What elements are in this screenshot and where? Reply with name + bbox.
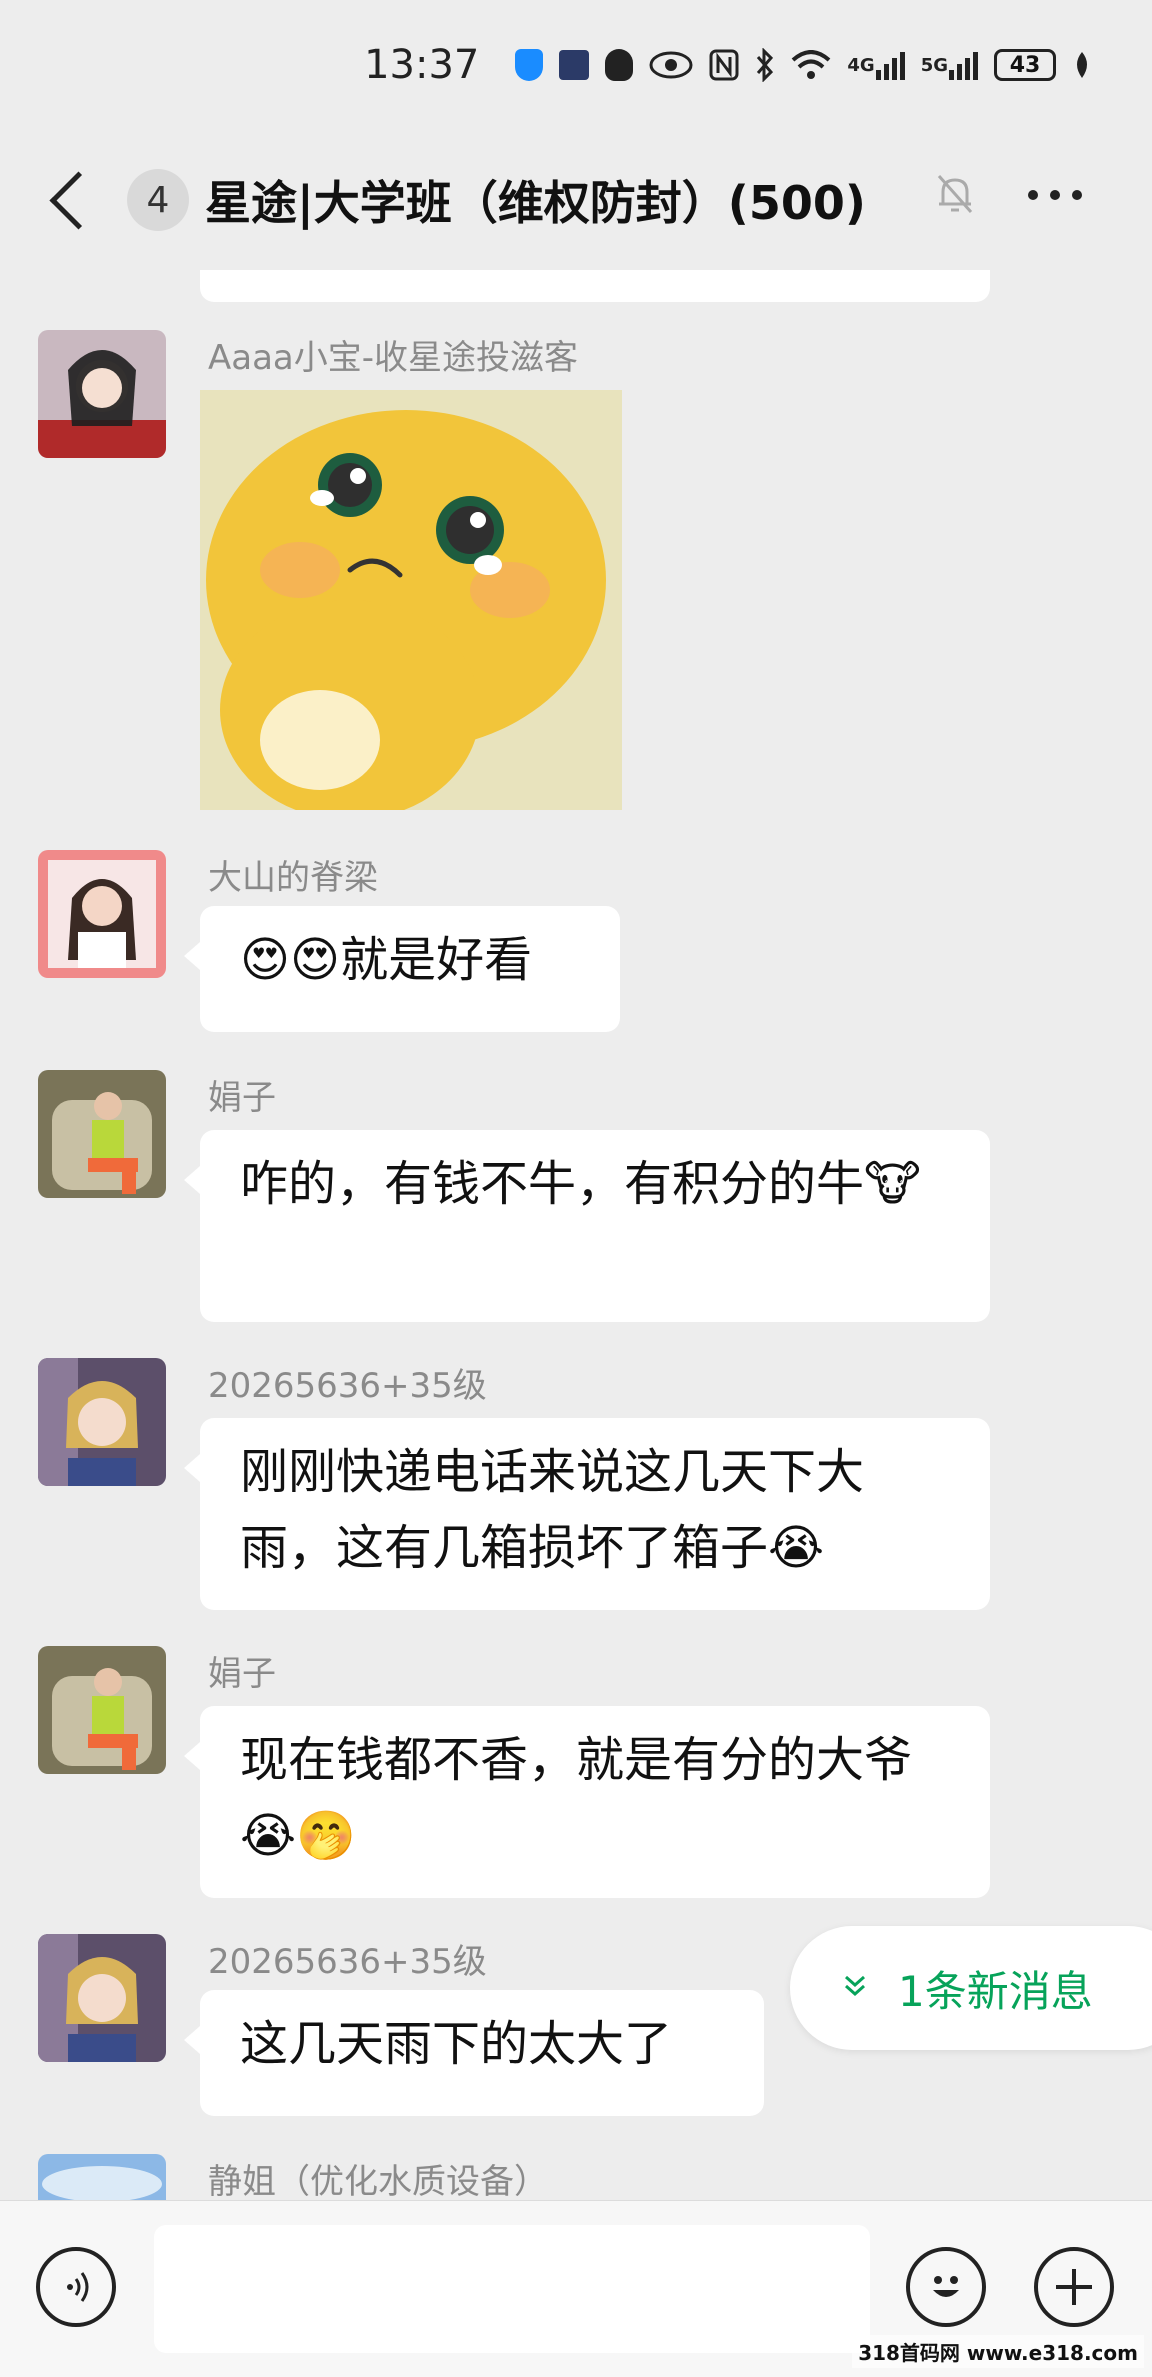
avatar[interactable] — [38, 1646, 166, 1774]
mute-bell-icon — [935, 172, 975, 216]
eye-icon — [649, 51, 693, 79]
message-text: 咋的，有钱不牛，有积分的牛🐮 — [240, 1156, 921, 1212]
status-time: 13:37 — [364, 42, 480, 88]
message-bubble[interactable]: 😍😍就是好看 — [184, 906, 620, 1032]
previous-message-bubble — [200, 270, 990, 302]
message-bubble[interactable]: 咋的，有钱不牛，有积分的牛🐮 — [184, 1130, 990, 1322]
message-bubble[interactable]: 现在钱都不香，就是有分的大爷😭🤭 — [184, 1706, 990, 1898]
sender-name: 大山的脊梁 — [208, 858, 378, 898]
battery-icon: 43 — [994, 49, 1056, 81]
avatar[interactable] — [38, 850, 166, 978]
avatar[interactable] — [38, 1934, 166, 2062]
chat-header: 4 星途|大学班（维权防封）(500) — [0, 130, 1152, 270]
message-bubble[interactable]: 这几天雨下的太大了 — [184, 1990, 764, 2116]
avatar[interactable] — [38, 1358, 166, 1486]
qq-icon — [605, 49, 634, 81]
chat-message-list[interactable]: Aaaa小宝-收星途投滋客 大山的脊梁 😍😍就是好看 娟子 咋的，有钱不牛，有积… — [0, 270, 1152, 2200]
message-input[interactable] — [154, 2225, 870, 2353]
shield-icon — [515, 49, 544, 81]
sender-name: 20265636+35级 — [208, 1366, 487, 1406]
more-options-icon[interactable] — [1028, 190, 1082, 200]
avatar[interactable] — [38, 2154, 166, 2200]
avatar[interactable] — [38, 1070, 166, 1198]
leaf-icon — [1072, 50, 1092, 80]
wifi-icon — [791, 50, 831, 80]
nfc-icon — [709, 49, 739, 81]
voice-input-icon[interactable] — [36, 2247, 116, 2327]
message-text: 这几天雨下的太大了 — [240, 2016, 673, 2072]
new-messages-button[interactable]: 1条新消息 — [790, 1926, 1152, 2050]
app-avatar-icon — [559, 50, 590, 80]
chat-title: 星途|大学班（维权防封）(500) — [205, 176, 866, 230]
bluetooth-icon — [755, 48, 775, 82]
back-arrow-icon[interactable] — [49, 171, 108, 229]
sender-name: 娟子 — [208, 1078, 276, 1118]
message-text: 刚刚快递电话来说这几天下大雨，这有几箱损坏了箱子😭 — [240, 1444, 865, 1576]
sticker-image[interactable] — [200, 390, 622, 810]
double-chevron-down-icon — [842, 1969, 868, 2007]
status-bar: 13:37 4G 5G 43 — [0, 0, 1152, 130]
message-text: 现在钱都不香，就是有分的大爷😭🤭 — [240, 1732, 913, 1864]
network-5g-icon: 5G — [921, 50, 978, 80]
message-bubble[interactable]: 刚刚快递电话来说这几天下大雨，这有几箱损坏了箱子😭 — [184, 1418, 990, 1610]
sender-name: 20265636+35级 — [208, 1942, 487, 1982]
watermark: 318首码网 www.e318.com — [852, 2335, 1144, 2368]
network-4g-icon: 4G — [847, 50, 905, 80]
new-messages-label: 1条新消息 — [898, 1966, 1093, 2016]
message-text: 😍😍就是好看 — [240, 932, 533, 988]
plus-icon[interactable] — [1034, 2247, 1114, 2327]
sender-name: Aaaa小宝-收星途投滋客 — [208, 338, 579, 378]
avatar[interactable] — [38, 330, 166, 458]
sender-name: 静姐（优化水质设备） — [208, 2162, 548, 2200]
emoji-icon[interactable] — [906, 2247, 986, 2327]
unread-count-badge[interactable]: 4 — [127, 169, 189, 231]
sender-name: 娟子 — [208, 1654, 276, 1694]
